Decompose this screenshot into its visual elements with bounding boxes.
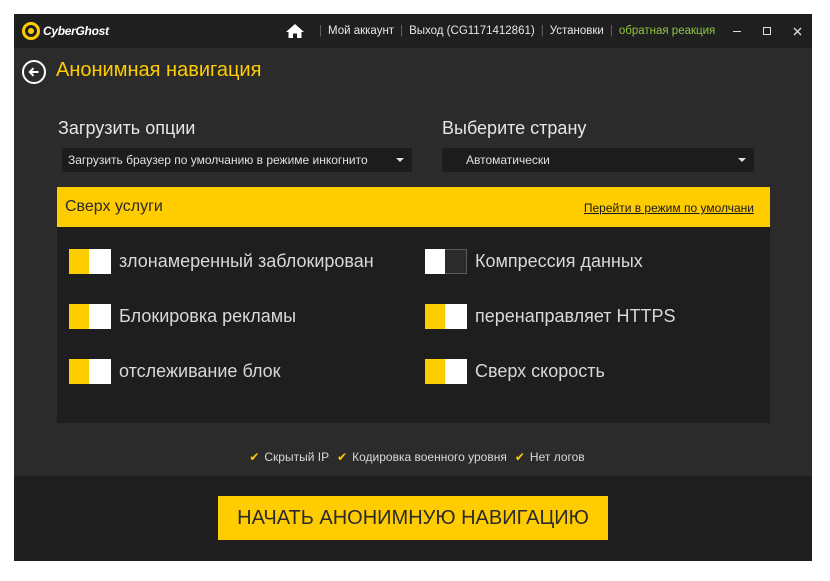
service-label: Сверх скорость xyxy=(475,361,605,381)
service-label: Блокировка рекламы xyxy=(119,306,297,326)
services-panel: злонамеренный заблокирован Компрессия да… xyxy=(57,227,770,423)
malware-block-toggle[interactable] xyxy=(69,249,111,274)
checkmark-icon: ✔ xyxy=(249,450,260,464)
features-list: ✔ Скрытый IP ✔ Кодировка военного уровня… xyxy=(14,450,812,464)
back-button[interactable] xyxy=(22,60,46,84)
feedback-link[interactable]: обратная реакция xyxy=(619,25,715,37)
nav-separator: | xyxy=(540,25,544,37)
checkmark-icon: ✔ xyxy=(337,450,348,464)
services-title: Сверх услуги xyxy=(65,198,163,215)
feature-hidden-ip: Скрытый IP xyxy=(264,450,330,464)
service-label: Компрессия данных xyxy=(475,251,643,271)
service-label: перенаправляет HTTPS xyxy=(475,306,676,326)
settings-link[interactable]: Установки xyxy=(550,25,604,37)
load-options-value: Загрузить браузер по умолчанию в режиме … xyxy=(68,153,368,167)
page-title: Анонимная навигация xyxy=(56,59,262,81)
title-bar: CyberGhost | Мой аккаунт | Выход (CG1171… xyxy=(14,14,812,48)
service-item-tracking-block: отслеживание блок xyxy=(69,359,281,384)
app-window: CyberGhost | Мой аккаунт | Выход (CG1171… xyxy=(14,14,812,561)
service-item-extra-speed: Сверх скорость xyxy=(425,359,605,384)
load-options-select[interactable]: Загрузить браузер по умолчанию в режиме … xyxy=(62,148,412,172)
minimize-icon xyxy=(733,30,741,32)
ghost-logo-icon xyxy=(22,22,40,40)
maximize-button[interactable] xyxy=(752,14,782,48)
minimize-button[interactable] xyxy=(722,14,752,48)
tracking-block-toggle[interactable] xyxy=(69,359,111,384)
nav-separator: | xyxy=(400,25,404,37)
feature-military-encryption: Кодировка военного уровня xyxy=(352,450,507,464)
cyberghost-logo: CyberGhost xyxy=(22,22,109,40)
top-navigation: | Мой аккаунт | Выход (CG1171412861) | У… xyxy=(285,14,715,48)
logo-text: CyberGhost xyxy=(43,24,109,38)
home-icon[interactable] xyxy=(285,23,305,39)
https-redirect-toggle[interactable] xyxy=(425,304,467,329)
bottom-bar: НАЧАТЬ АНОНИМНУЮ НАВИГАЦИЮ xyxy=(14,476,812,561)
country-label: Выберите страну xyxy=(442,118,587,138)
start-anonymous-browsing-button[interactable]: НАЧАТЬ АНОНИМНУЮ НАВИГАЦИЮ xyxy=(218,496,608,540)
chevron-down-icon xyxy=(396,158,404,162)
extra-speed-toggle[interactable] xyxy=(425,359,467,384)
load-options-label: Загрузить опции xyxy=(58,118,196,138)
feature-no-logs: Нет логов xyxy=(529,450,585,464)
maximize-icon xyxy=(763,27,771,35)
data-compression-toggle[interactable] xyxy=(425,249,467,274)
chevron-down-icon xyxy=(738,158,746,162)
close-icon xyxy=(793,27,801,35)
my-account-link[interactable]: Мой аккаунт xyxy=(328,25,394,37)
checkmark-icon: ✔ xyxy=(514,450,525,464)
service-label: злонамеренный заблокирован xyxy=(119,251,374,271)
logout-link[interactable]: Выход (CG1171412861) xyxy=(409,25,535,37)
service-label: отслеживание блок xyxy=(119,361,281,381)
services-header: Сверх услуги Перейти в режим по умолчани xyxy=(57,187,770,227)
service-item-data-compression: Компрессия данных xyxy=(425,249,643,274)
country-select[interactable]: Автоматически xyxy=(442,148,754,172)
back-arrow-icon xyxy=(28,67,39,77)
country-value: Автоматически xyxy=(466,153,550,167)
nav-separator: | xyxy=(319,25,322,37)
service-item-ad-block: Блокировка рекламы xyxy=(69,304,296,329)
default-mode-link[interactable]: Перейти в режим по умолчани xyxy=(584,201,754,215)
service-item-malware-block: злонамеренный заблокирован xyxy=(69,249,374,274)
service-item-https-redirect: перенаправляет HTTPS xyxy=(425,304,676,329)
close-button[interactable] xyxy=(782,14,812,48)
nav-separator: | xyxy=(609,25,613,37)
ad-block-toggle[interactable] xyxy=(69,304,111,329)
